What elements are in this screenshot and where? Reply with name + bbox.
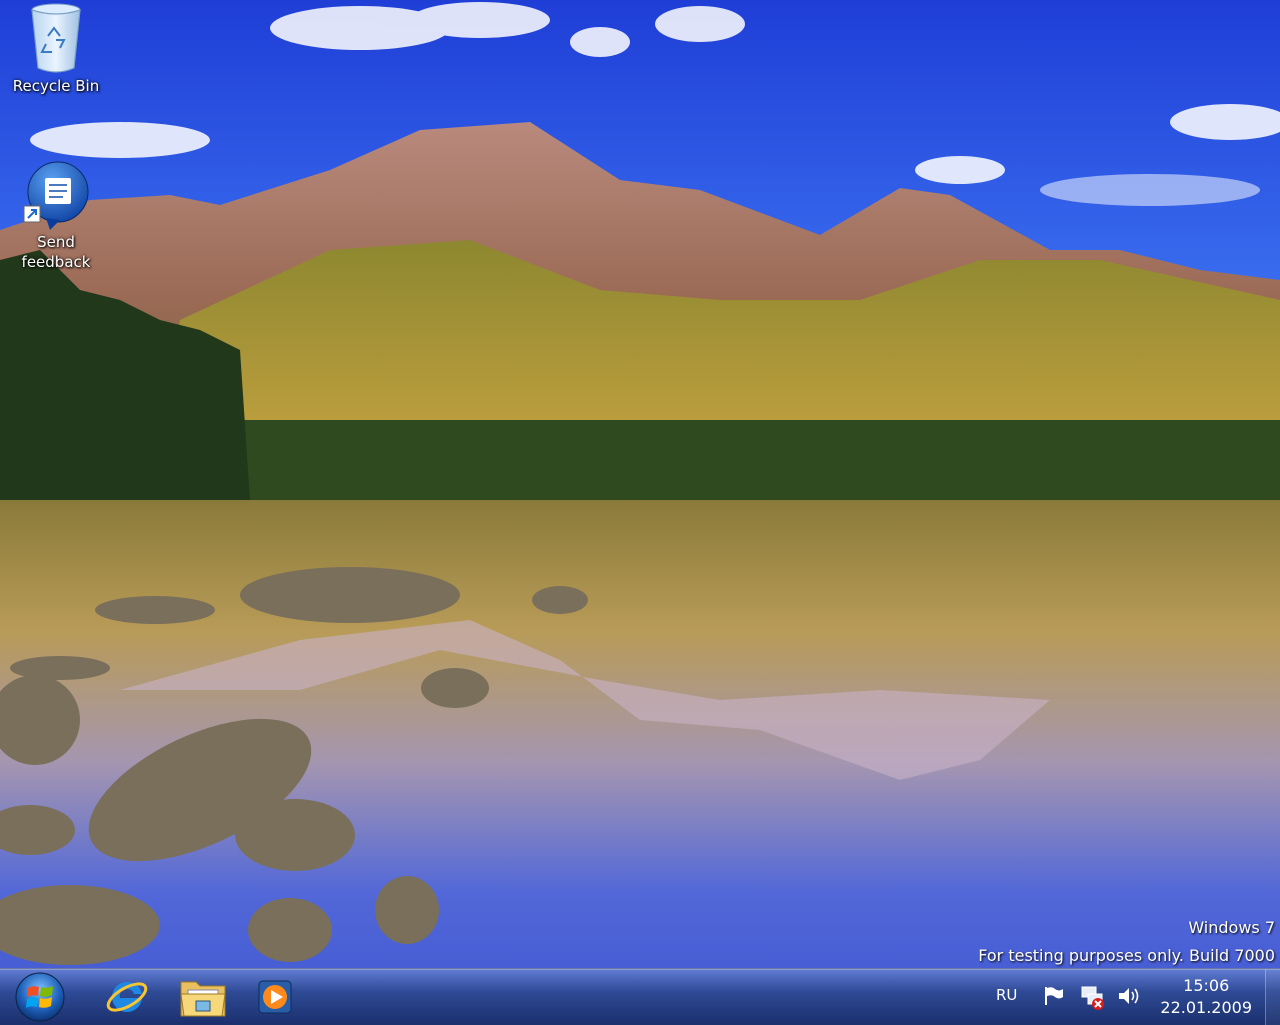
windows-start-orb-icon (15, 972, 65, 1022)
desktop-icon-label: Recycle Bin (12, 77, 100, 95)
recycle-bin-icon (31, 3, 81, 73)
taskbar: RU 15:06 22.01.2009 (0, 968, 1280, 1025)
watermark-build-text: For testing purposes only. Build 7000 (978, 946, 1275, 965)
media-player-icon (258, 980, 292, 1014)
network-disconnected-icon[interactable] (1080, 984, 1106, 1010)
system-clock[interactable]: 15:06 22.01.2009 (1160, 975, 1252, 1019)
desktop-wallpaper (0, 0, 1280, 1024)
build-watermark: Windows 7 For testing purposes only. Bui… (978, 914, 1275, 970)
send-feedback-icon (23, 161, 89, 230)
desktop-icon-recycle-bin[interactable]: Recycle Bin (8, 0, 104, 96)
show-desktop-button[interactable] (1265, 969, 1280, 1025)
taskbar-media-player-button[interactable] (244, 969, 306, 1025)
notification-area: RU 15:06 22.01.2009 (980, 969, 1280, 1025)
taskbar-windows-explorer-button[interactable] (172, 969, 234, 1025)
clock-time: 15:06 (1183, 976, 1230, 995)
taskbar-internet-explorer-button[interactable] (96, 969, 158, 1025)
watermark-os-name: Windows 7 (1188, 918, 1275, 937)
volume-speaker-icon[interactable] (1116, 985, 1142, 1007)
desktop-icon-send-feedback[interactable]: Send feedback (8, 160, 104, 272)
internet-explorer-icon (106, 981, 148, 1012)
action-center-flag-icon[interactable] (1042, 985, 1066, 1007)
desktop-icon-label: Send feedback (21, 233, 91, 271)
start-button[interactable] (10, 969, 70, 1025)
language-indicator[interactable]: RU (996, 986, 1017, 1004)
folder-icon (180, 981, 226, 1017)
clock-date: 22.01.2009 (1160, 998, 1252, 1017)
